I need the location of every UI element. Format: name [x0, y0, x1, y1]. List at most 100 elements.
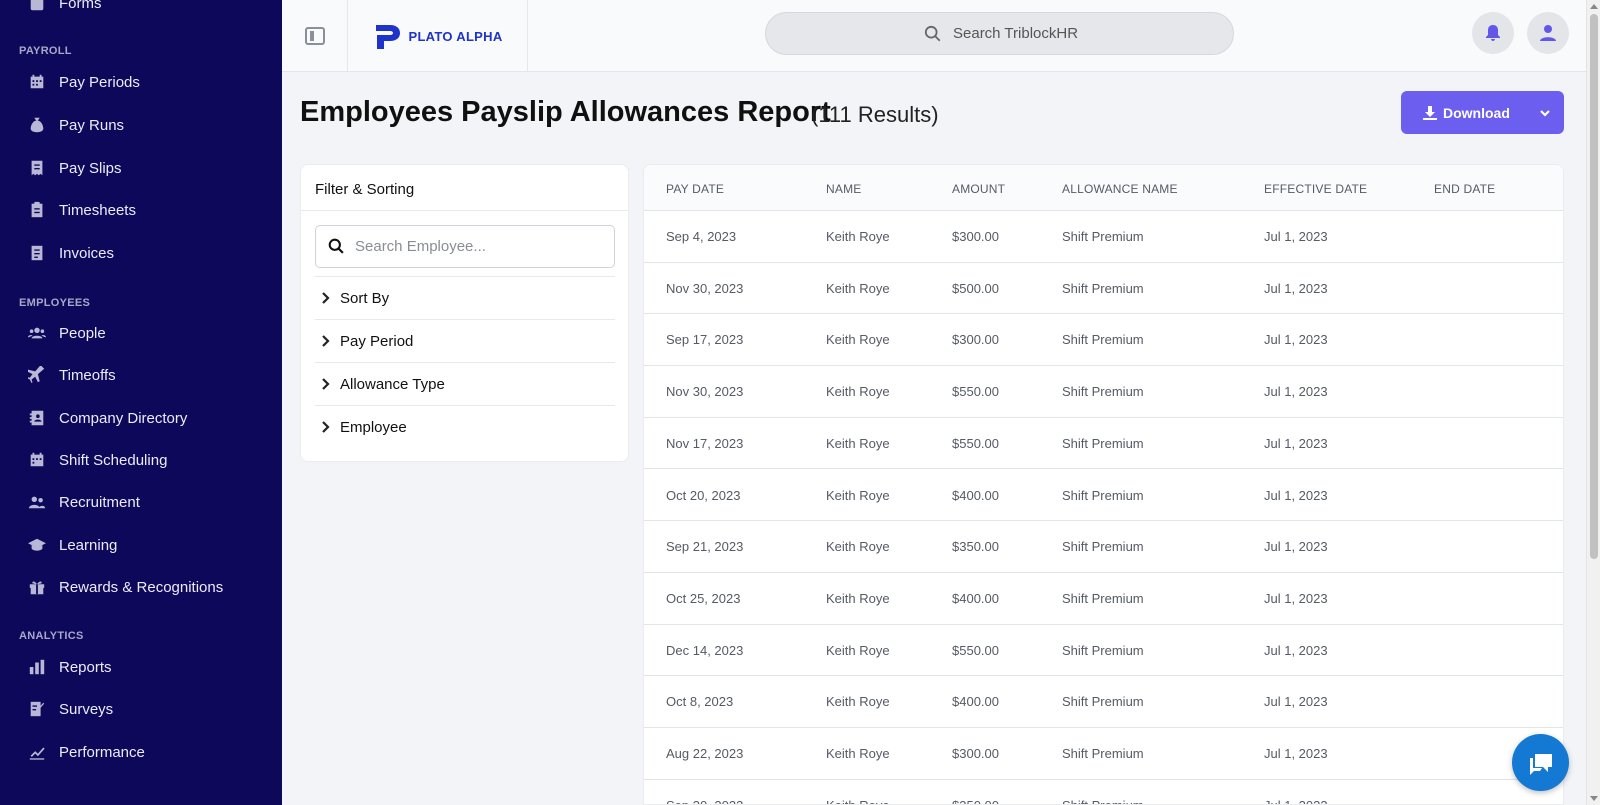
notifications-button[interactable] [1472, 12, 1514, 54]
cell-effective-date: Jul 1, 2023 [1264, 746, 1328, 761]
cell-allowance-name: Shift Premium [1062, 229, 1144, 244]
table-row[interactable]: Nov 17, 2023 Keith Roye $550.00 Shift Premi… [644, 418, 1563, 470]
cell-allowance-name: Shift Premium [1062, 539, 1144, 555]
sidebar-item-forms[interactable]: Forms [0, 0, 282, 22]
graduation-cap-icon [27, 535, 47, 555]
table-row[interactable]: Oct 25, 2023 Keith Roye $400.00 Shift Premi… [644, 573, 1563, 625]
cell-name: Keith Roye [826, 487, 890, 503]
filter-employee[interactable]: Employee [315, 405, 615, 448]
cell-effective-date: Jul 1, 2023 [1264, 229, 1328, 244]
table-row[interactable]: Sep 21, 2023 Keith Roye $350.00 Shift Premi… [644, 521, 1563, 573]
download-options-button[interactable] [1526, 91, 1564, 134]
filter-row-label: Sort By [340, 289, 390, 307]
sidebar-item-pay-slips[interactable]: Pay Slips [0, 149, 282, 187]
filter-sort-by[interactable]: Sort By [315, 276, 615, 319]
chat-bubble-icon [1529, 753, 1552, 775]
sidebar-toggle-button[interactable] [282, 0, 348, 72]
sidebar-item-people[interactable]: People [0, 314, 282, 352]
download-button[interactable]: Download [1401, 91, 1526, 134]
logo-text: PLATO ALPHA [408, 28, 503, 44]
cell-amount: $400.00 [952, 487, 999, 503]
page-scrollbar[interactable] [1586, 0, 1600, 805]
cell-amount: $500.00 [952, 280, 999, 296]
employee-search[interactable] [315, 225, 615, 268]
sidebar-item-timesheets[interactable]: Timesheets [0, 191, 282, 229]
table-row[interactable]: Oct 20, 2023 Keith Roye $400.00 Shift Premi… [644, 470, 1563, 522]
sidebar-item-recruitment[interactable]: Recruitment [0, 483, 282, 521]
table-row[interactable]: Sep 4, 2023 Keith Roye $300.00 Shift Premiu… [644, 211, 1563, 263]
cell-name: Keith Roye [826, 384, 890, 400]
sidebar-item-pay-runs[interactable]: Pay Runs [0, 106, 282, 144]
cell-name: Keith Roye [826, 590, 890, 606]
filter-allowance-type[interactable]: Allowance Type [315, 362, 615, 405]
cell-effective-date: Jul 1, 2023 [1264, 435, 1328, 451]
gift-icon [27, 577, 47, 597]
employee-search-input[interactable] [355, 238, 595, 255]
sidebar-item-reports[interactable]: Reports [0, 648, 282, 686]
column-header-name[interactable]: NAME [826, 182, 861, 196]
user-menu-button[interactable] [1527, 12, 1569, 54]
table-row[interactable]: Dec 14, 2023 Keith Roye $550.00 Shift Premi… [644, 625, 1563, 677]
table-row[interactable]: Sep 30, 2023 Keith Roye $350.00 Shift Premi… [644, 780, 1563, 804]
cell-amount: $550.00 [952, 642, 999, 658]
column-header-effective-date[interactable]: EFFECTIVE DATE [1264, 182, 1367, 196]
receipt-icon [27, 158, 47, 178]
scroll-up-arrow-icon[interactable] [1590, 4, 1598, 9]
filter-row-label: Allowance Type [340, 375, 445, 393]
sidebar-item-timeoffs[interactable]: Timeoffs [0, 356, 282, 394]
topbar: PLATO ALPHA [282, 0, 1586, 72]
scroll-down-arrow-icon[interactable] [1590, 796, 1598, 801]
clipboard-icon [27, 200, 47, 220]
sidebar-item-company-directory[interactable]: Company Directory [0, 399, 282, 437]
user-icon [1540, 25, 1556, 41]
sidebar-item-invoices[interactable]: Invoices [0, 234, 282, 272]
table-row[interactable]: Oct 8, 2023 Keith Roye $400.00 Shift Premiu… [644, 676, 1563, 728]
cell-amount: $550.00 [952, 384, 999, 400]
cell-name: Keith Roye [826, 539, 890, 555]
sidebar-item-pay-periods[interactable]: Pay Periods [0, 63, 282, 101]
cell-effective-date: Jul 1, 2023 [1264, 539, 1328, 555]
table-row[interactable]: Sep 17, 2023 Keith Roye $300.00 Shift Premi… [644, 314, 1563, 367]
table-row[interactable]: Aug 22, 2023 Keith Roye $300.00 Shift Premi… [644, 728, 1563, 780]
cell-name: Keith Roye [826, 280, 890, 296]
sidebar-item-performance[interactable]: Performance [0, 733, 282, 771]
sidebar-item-surveys[interactable]: Surveys [0, 690, 282, 728]
sidebar: Forms PAYROLL Pay Periods Pay Runs Pay S… [0, 0, 282, 805]
contact-card-icon [27, 408, 47, 428]
chevron-right-icon [322, 335, 330, 347]
chevron-down-icon [1540, 109, 1550, 117]
cell-amount: $550.00 [952, 435, 999, 451]
table-row[interactable]: Nov 30, 2023 Keith Roye $500.00 Shift Premi… [644, 263, 1563, 315]
people-icon [27, 323, 47, 343]
column-header-end-date[interactable]: END DATE [1434, 182, 1495, 196]
section-heading-employees: EMPLOYEES [19, 297, 91, 309]
chevron-right-icon [322, 292, 330, 304]
scrollbar-thumb[interactable] [1590, 14, 1598, 559]
filter-row-label: Pay Period [340, 332, 414, 350]
sidebar-item-learning[interactable]: Learning [0, 526, 282, 564]
invoice-icon [27, 243, 47, 263]
sidebar-item-rewards[interactable]: Rewards & Recognitions [0, 568, 282, 606]
bell-icon [1486, 25, 1500, 41]
column-header-amount[interactable]: AMOUNT [952, 182, 1005, 196]
bar-chart-icon [27, 657, 47, 677]
logo-mark-icon [376, 25, 401, 49]
chat-support-button[interactable] [1512, 734, 1569, 791]
download-label: Download [1443, 104, 1510, 121]
cell-effective-date: Jul 1, 2023 [1264, 642, 1328, 658]
plane-icon [27, 365, 47, 385]
filter-pay-period[interactable]: Pay Period [315, 319, 615, 362]
sidebar-item-shift-scheduling[interactable]: Shift Scheduling [0, 441, 282, 479]
logo[interactable]: PLATO ALPHA [348, 0, 528, 72]
cell-allowance-name: Shift Premium [1062, 435, 1144, 451]
column-header-pay-date[interactable]: PAY DATE [666, 182, 724, 196]
global-search[interactable] [765, 12, 1234, 55]
search-icon [924, 25, 941, 41]
cell-effective-date: Jul 1, 2023 [1264, 487, 1328, 503]
cell-effective-date: Jul 1, 2023 [1264, 590, 1328, 606]
cell-amount: $300.00 [952, 746, 999, 761]
table-row[interactable]: Nov 30, 2023 Keith Roye $550.00 Shift Premi… [644, 366, 1563, 418]
cell-allowance-name: Shift Premium [1062, 590, 1144, 606]
global-search-input[interactable] [953, 25, 1153, 42]
column-header-allowance-name[interactable]: ALLOWANCE NAME [1062, 182, 1178, 196]
